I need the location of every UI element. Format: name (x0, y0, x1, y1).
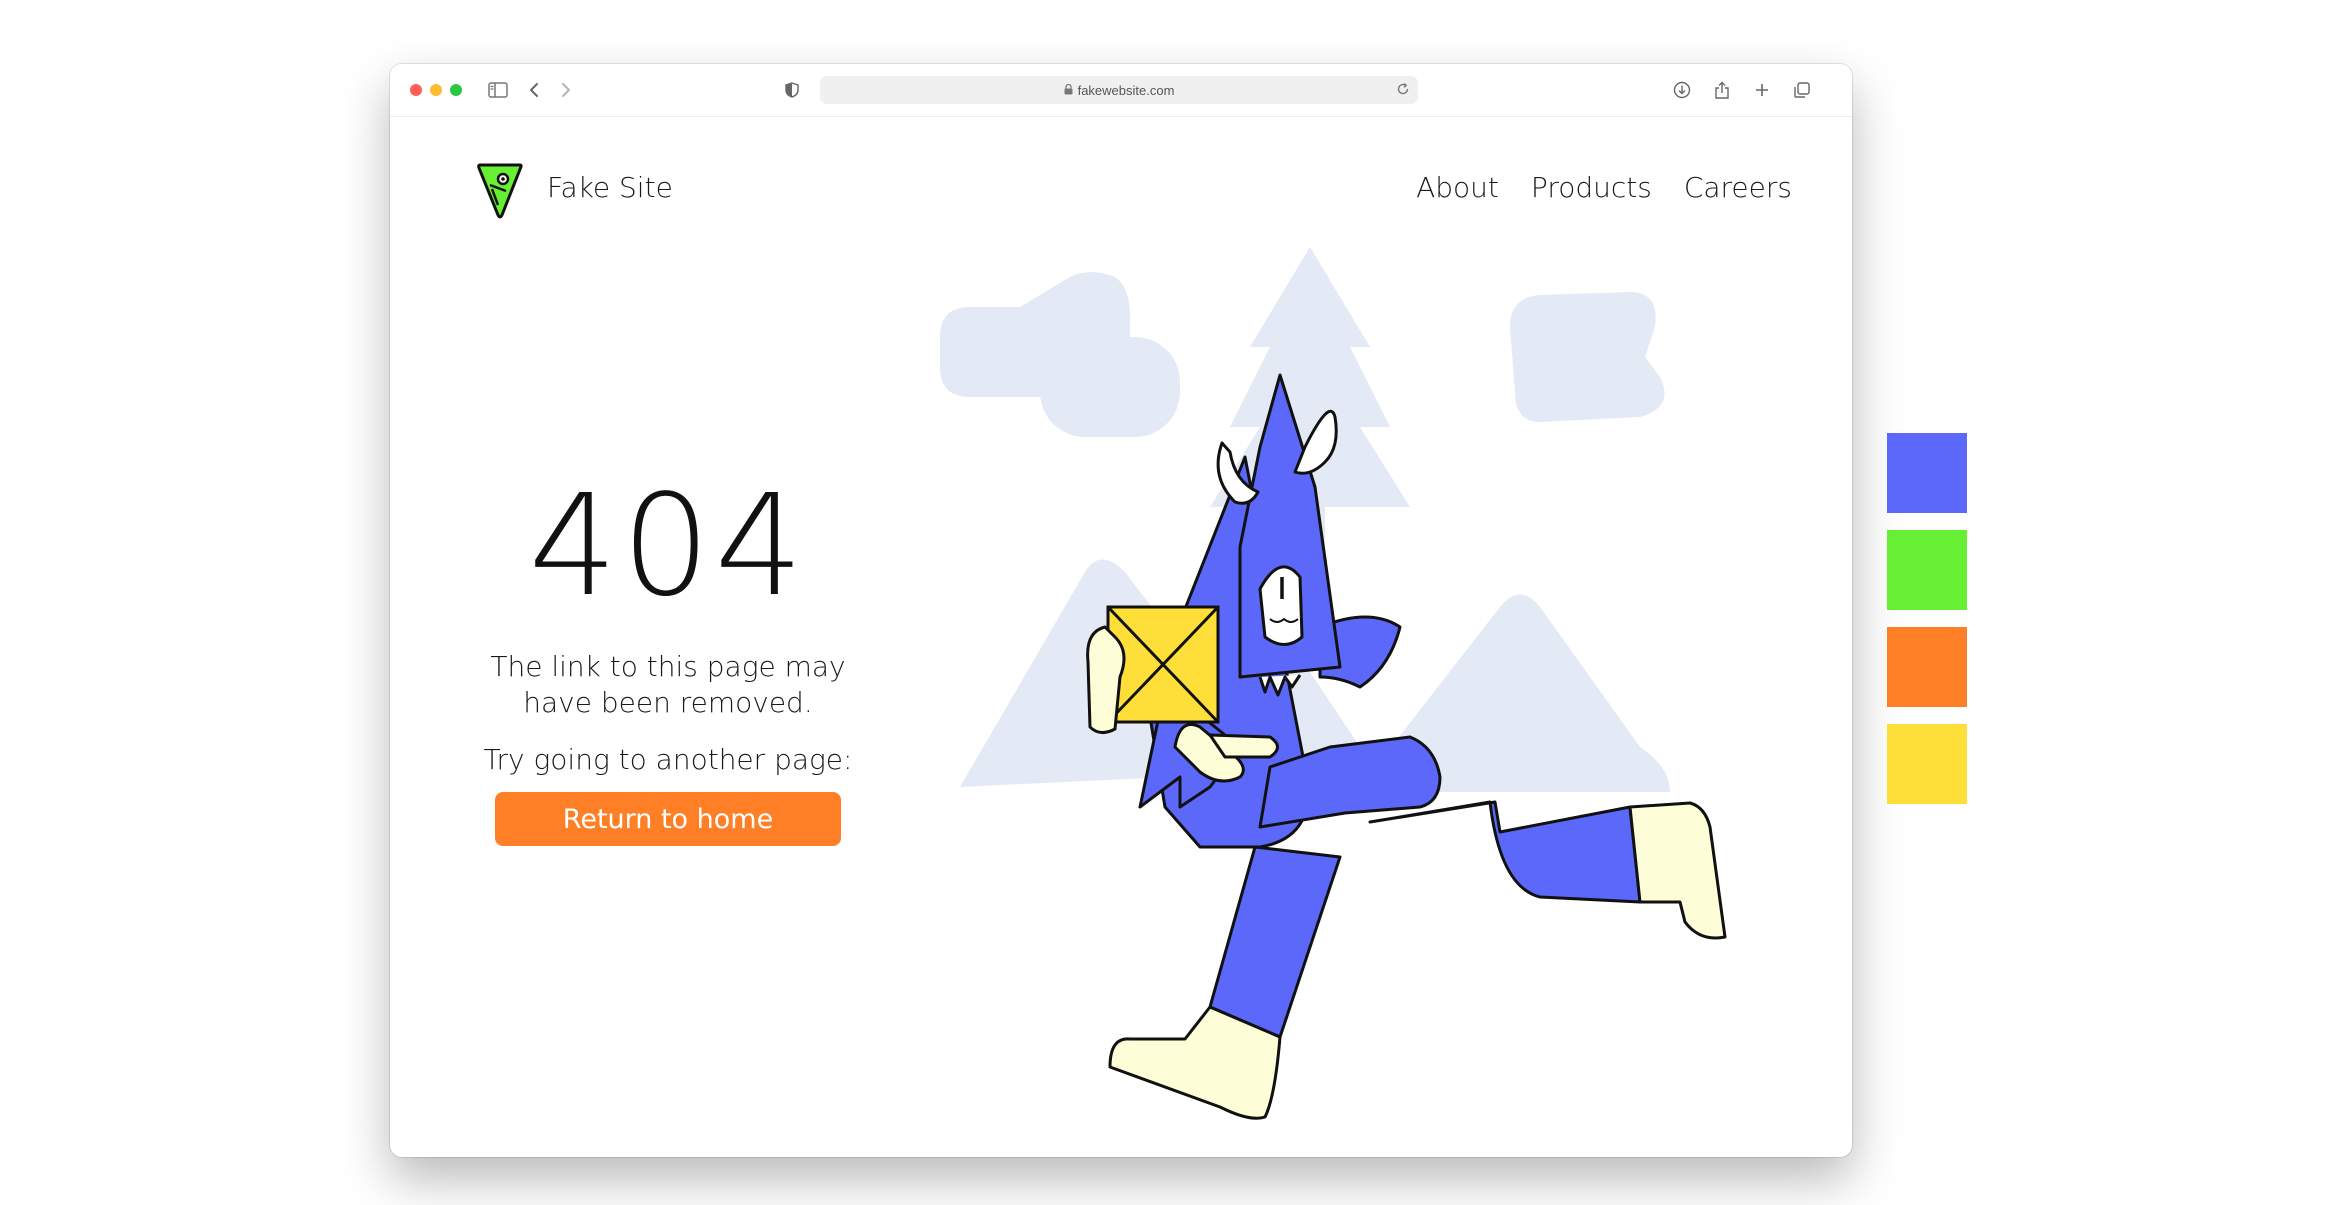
close-window-button[interactable] (410, 84, 422, 96)
zoom-window-button[interactable] (450, 84, 462, 96)
monster-illustration (940, 247, 1727, 1120)
share-icon[interactable] (1708, 76, 1736, 104)
page-content: Fake Site About Products Careers 404 The… (390, 117, 1852, 1157)
privacy-shield-icon[interactable] (778, 76, 806, 104)
nav-item-about[interactable]: About (1416, 171, 1499, 204)
monster-back-leg (1368, 800, 1727, 940)
nav-item-products[interactable]: Products (1531, 171, 1652, 204)
error-message-line1: The link to this page may (490, 650, 846, 683)
new-tab-icon[interactable] (1748, 76, 1776, 104)
error-message: The link to this page may have been remo… (480, 649, 856, 721)
lock-icon (1064, 83, 1073, 98)
suggestion-text: Try going to another page: (483, 743, 853, 776)
nav-item-careers[interactable]: Careers (1684, 171, 1792, 204)
minimize-window-button[interactable] (430, 84, 442, 96)
tab-overview-icon[interactable] (1788, 76, 1816, 104)
site-logo-icon[interactable] (476, 161, 524, 221)
return-home-button[interactable]: Return to home (495, 792, 841, 846)
color-swatch-blue (1887, 433, 1967, 513)
forward-icon[interactable] (552, 76, 580, 104)
site-name[interactable]: Fake Site (547, 171, 673, 204)
color-swatch-orange (1887, 627, 1967, 707)
address-bar[interactable]: fakewebsite.com (820, 76, 1418, 104)
monster-front-leg (1108, 845, 1342, 1120)
downloads-icon[interactable] (1668, 76, 1696, 104)
error-message-line2: have been removed. (523, 686, 813, 719)
sidebar-toggle-icon[interactable] (484, 76, 512, 104)
back-icon[interactable] (520, 76, 548, 104)
browser-window: fakewebsite.com Fake Site About Products… (390, 64, 1852, 1157)
browser-toolbar: fakewebsite.com (390, 64, 1852, 117)
color-swatch-yellow (1887, 724, 1967, 804)
error-code: 404 (528, 465, 808, 628)
main-nav: About Products Careers (1416, 171, 1792, 204)
error-panel: 404 The link to this page may have been … (480, 477, 856, 846)
reload-icon[interactable] (1396, 82, 1410, 99)
url-text: fakewebsite.com (1077, 82, 1175, 98)
color-swatch-green (1887, 530, 1967, 610)
color-palette (1887, 433, 1967, 821)
